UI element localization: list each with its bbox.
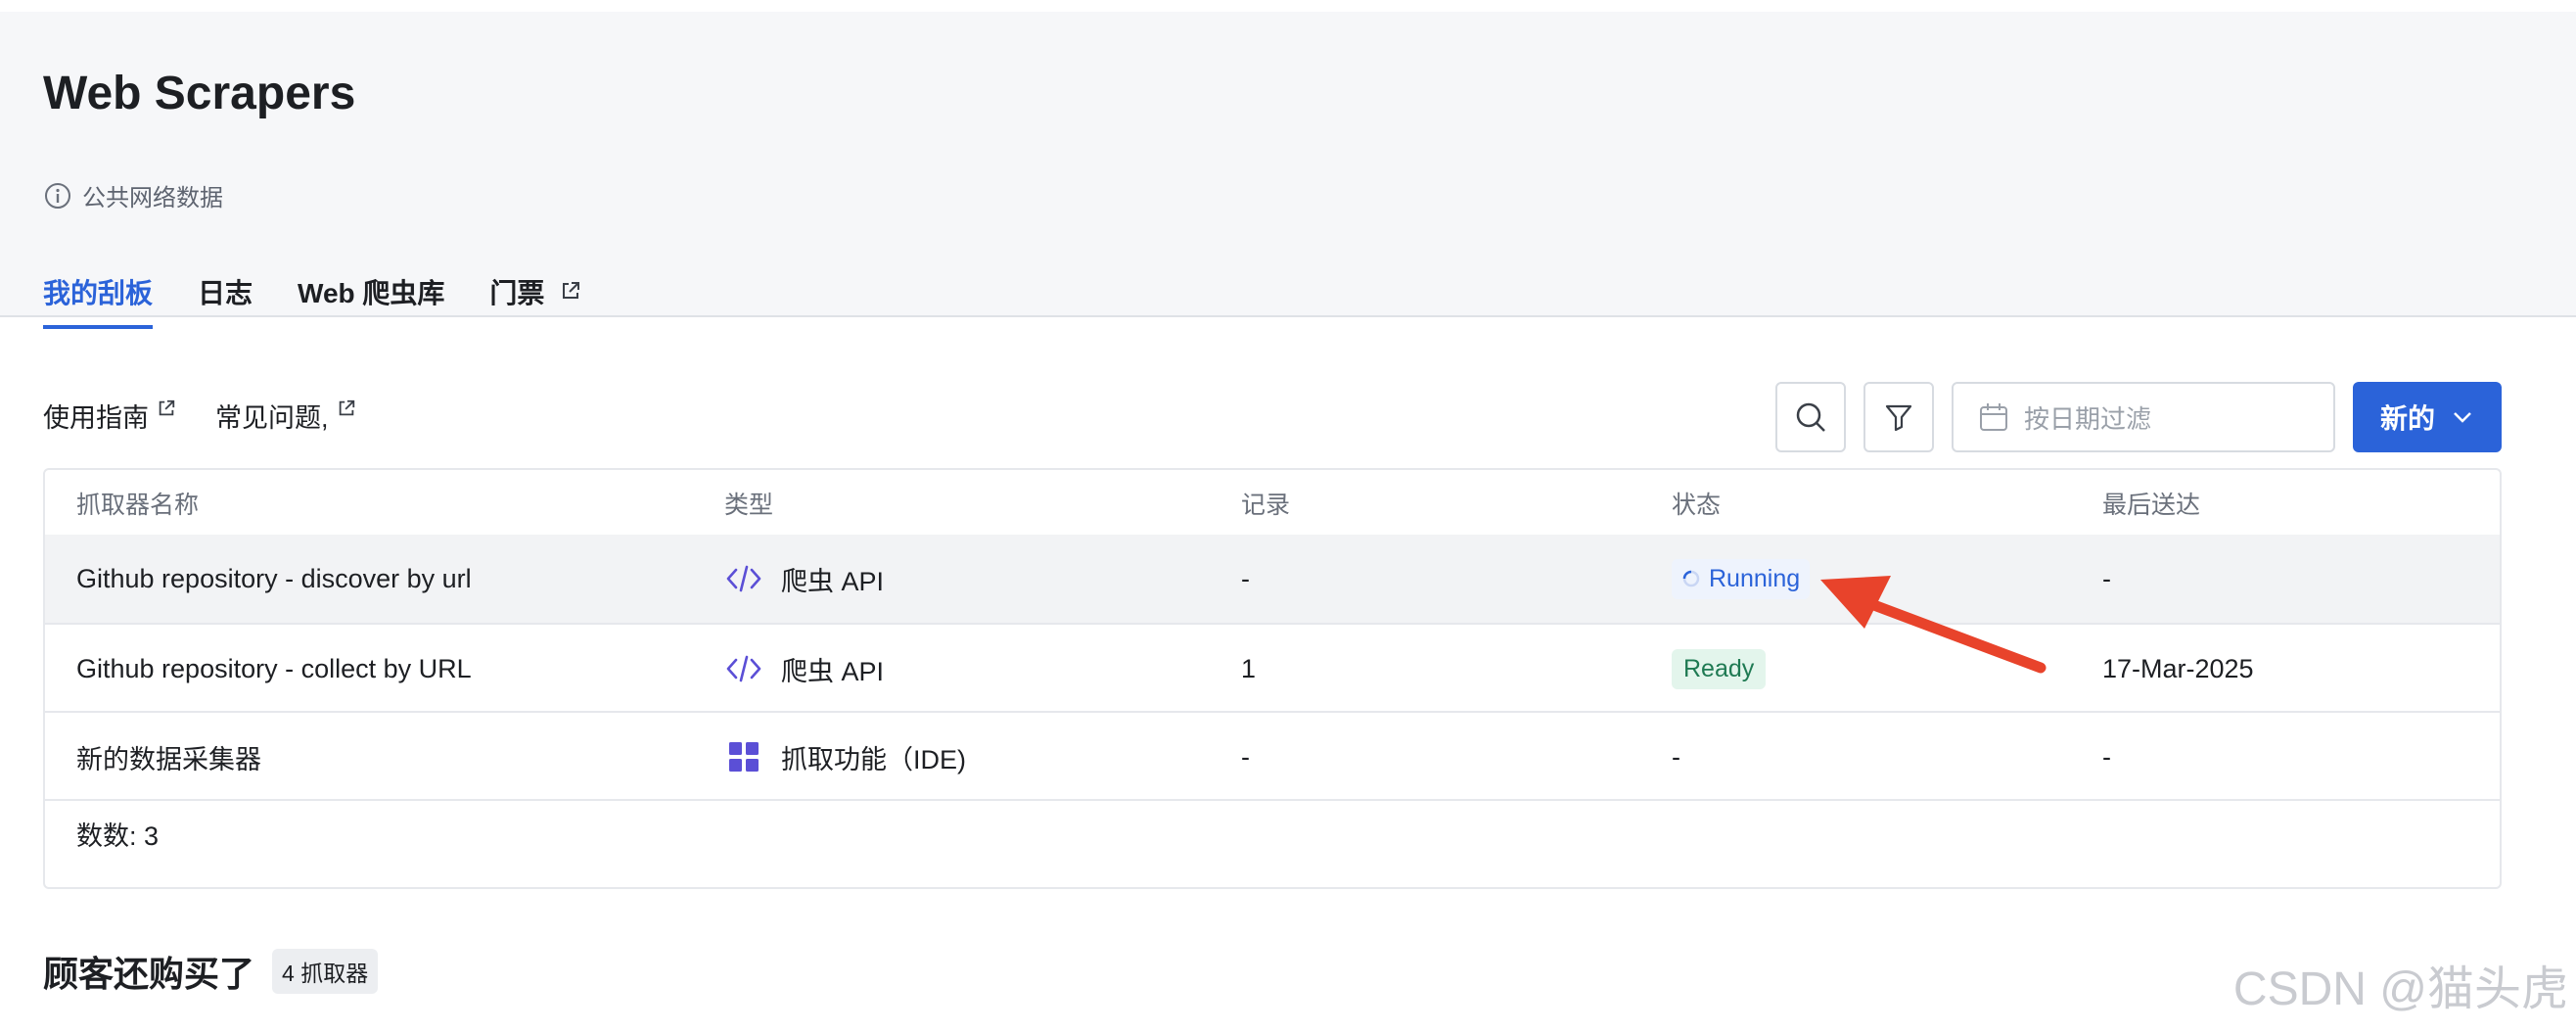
new-scraper-button[interactable]: 新的 [2353,382,2502,452]
scraper-status: - [1672,741,1680,772]
faq-link[interactable]: 常见问题, [215,397,356,435]
date-filter-input[interactable]: 按日期过滤 [1952,382,2335,452]
spinner-icon [1682,570,1700,587]
annotation-arrow [1820,576,2047,674]
new-button-label: 新的 [2379,403,2435,434]
scraper-last-delivered: - [2102,741,2111,772]
column-header-last-delivered: 最后送达 [2102,492,2201,519]
page-header: Web Scrapers 公共网络数据 我的刮板 日志 Web 爬虫库 门票 [0,12,2576,329]
scraper-status: Running [1672,535,1811,623]
tab-label: Web 爬虫库 [298,278,445,308]
external-link-icon [159,399,175,416]
table-row[interactable]: 新的数据采集器 抓取功能（IDE) - - - [45,711,2500,799]
code-icon [726,655,761,682]
table-footer [45,799,2500,889]
chevron-down-icon [2454,412,2471,423]
scraper-name[interactable]: 新的数据采集器 [76,713,261,801]
scraper-last-delivered: 17-Mar-2025 [2102,653,2254,683]
recommendations-section: 顾客还购买了 4 抓取器 [43,946,379,997]
guide-link[interactable]: 使用指南 [43,397,176,435]
subtitle-text: 公共网络数据 [82,185,223,211]
scraper-type-label: 爬虫 API [781,566,885,596]
tab-label: 我的刮板 [43,278,154,308]
scraper-type: 爬虫 API [724,625,884,713]
tab-my-scrapers[interactable]: 我的刮板 [43,272,154,329]
count-badge: 4 抓取器 [272,949,379,994]
tab-scraper-library[interactable]: Web 爬虫库 [298,272,444,329]
status-badge: Ready [1672,648,1767,689]
search-button[interactable] [1775,382,1846,452]
column-header-type: 类型 [724,492,774,519]
status-text: Running [1709,564,1801,592]
scraper-records: - [1241,563,1250,593]
scraper-type-label: 爬虫 API [781,656,885,686]
page-title: Web Scrapers [43,68,356,119]
scraper-records: - [1241,741,1250,772]
filter-button[interactable] [1863,382,1934,452]
scraper-type: 爬虫 API [724,535,884,623]
scraper-name[interactable]: Github repository - discover by url [76,535,472,623]
table-header: 抓取器名称 类型 记录 状态 最后送达 [45,470,2500,535]
column-header-status: 状态 [1672,492,1722,519]
column-header-name: 抓取器名称 [76,492,200,519]
scraper-type: 抓取功能（IDE) [724,713,966,801]
search-icon [1796,402,1825,432]
date-filter-placeholder: 按日期过滤 [2024,403,2152,434]
calendar-icon [1980,403,2007,431]
table-row[interactable]: Github repository - collect by URL 爬虫 AP… [45,623,2500,711]
table-row[interactable]: Github repository - discover by url 爬虫 A… [45,535,2500,623]
subtitle: 公共网络数据 [43,178,223,212]
scraper-status: Ready [1672,625,1767,713]
guide-link-label: 使用指南 [43,403,149,433]
filter-icon [1885,404,1912,432]
scraper-name[interactable]: Github repository - collect by URL [76,625,472,713]
row-count: 数数: 3 [76,821,160,851]
code-icon [726,565,761,592]
column-header-records: 记录 [1241,492,1291,519]
scraper-type-label: 抓取功能（IDE) [781,744,966,774]
scraper-records: 1 [1241,653,1257,683]
watermark: CSDN @猫头虎 [2232,963,2568,1015]
tab-logs[interactable]: 日志 [198,272,253,329]
external-link-icon [339,399,354,416]
tab-tickets[interactable]: 门票 [489,272,581,329]
tab-label: 日志 [198,278,253,308]
scraper-last-delivered: - [2102,563,2111,593]
info-icon [45,182,70,209]
table-toolbar: 按日期过滤 新的 [1775,382,2502,452]
section-heading: 顾客还购买了 [43,954,255,994]
external-link-icon [563,282,580,299]
tab-label: 门票 [489,278,545,308]
help-links: 使用指南 常见问题, [43,397,356,435]
scrapers-table: 抓取器名称 类型 记录 状态 最后送达 Github repository - … [43,468,2502,889]
grid-icon [729,742,759,772]
faq-link-label: 常见问题, [215,403,329,433]
tab-bar: 我的刮板 日志 Web 爬虫库 门票 [43,272,626,329]
status-badge: Running [1672,558,1811,599]
